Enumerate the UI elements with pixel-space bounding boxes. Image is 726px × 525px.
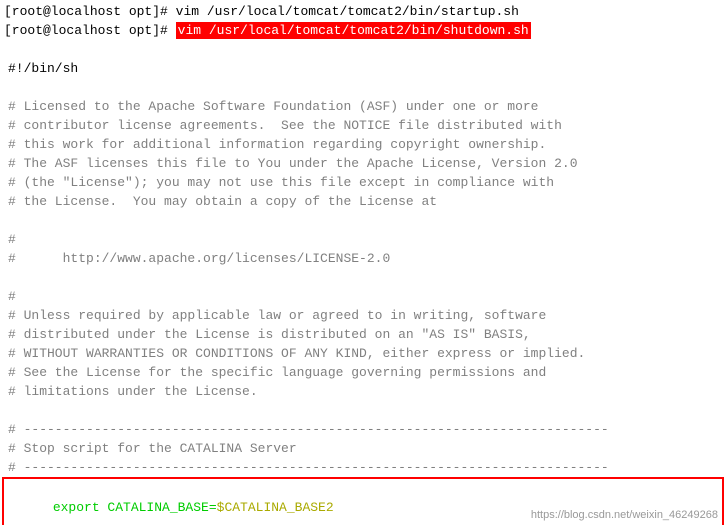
catalina-base-var: $CATALINA_BASE2 — [217, 500, 334, 515]
prompt-area: [root@localhost opt]# vim /usr/local/tom… — [0, 0, 726, 40]
blank-line-2 — [4, 78, 722, 97]
comment-line-7: # — [4, 230, 722, 249]
comment-line-8: # http://www.apache.org/licenses/LICENSE… — [4, 249, 722, 268]
prompt-line1: [root@localhost opt]# vim /usr/local/tom… — [4, 2, 722, 21]
terminal-window: [root@localhost opt]# vim /usr/local/tom… — [0, 0, 726, 525]
comment-line-2: # contributor license agreements. See th… — [4, 116, 722, 135]
cmd-text-1: vim /usr/local/tomcat/tomcat2/bin/startu… — [176, 4, 519, 19]
separator-line-1: # --------------------------------------… — [4, 420, 722, 439]
stop-script-line: # Stop script for the CATALINA Server — [4, 439, 722, 458]
comment-line-11: # distributed under the License is distr… — [4, 325, 722, 344]
blank-line-5 — [4, 401, 722, 420]
comment-line-6: # the License. You may obtain a copy of … — [4, 192, 722, 211]
highlighted-cmd: vim /usr/local/tomcat/tomcat2/bin/shutdo… — [176, 22, 531, 39]
prompt-text-1: [root@localhost opt]# — [4, 4, 176, 19]
shebang-line: #!/bin/sh — [4, 59, 722, 78]
export-catalina-base: export CATALINA_BASE=$CATALINA_BASE2 — [53, 500, 334, 515]
comment-line-1: # Licensed to the Apache Software Founda… — [4, 97, 722, 116]
prompt-text-2: [root@localhost opt]# — [4, 23, 176, 38]
comment-line-3: # this work for additional information r… — [4, 135, 722, 154]
comment-line-10: # Unless required by applicable law or a… — [4, 306, 722, 325]
prompt-line2: [root@localhost opt]# vim /usr/local/tom… — [4, 21, 722, 40]
separator-line-2: # --------------------------------------… — [4, 458, 722, 477]
comment-line-14: # limitations under the License. — [4, 382, 722, 401]
file-content: #!/bin/sh # Licensed to the Apache Softw… — [0, 40, 726, 477]
watermark: https://blog.csdn.net/weixin_46249268 — [531, 509, 718, 521]
comment-line-13: # See the License for the specific langu… — [4, 363, 722, 382]
comment-line-9: # — [4, 287, 722, 306]
comment-line-4: # The ASF licenses this file to You unde… — [4, 154, 722, 173]
comment-line-12: # WITHOUT WARRANTIES OR CONDITIONS OF AN… — [4, 344, 722, 363]
blank-line-4 — [4, 268, 722, 287]
comment-line-5: # (the "License"); you may not use this … — [4, 173, 722, 192]
blank-line-1 — [4, 40, 722, 59]
blank-line-3 — [4, 211, 722, 230]
